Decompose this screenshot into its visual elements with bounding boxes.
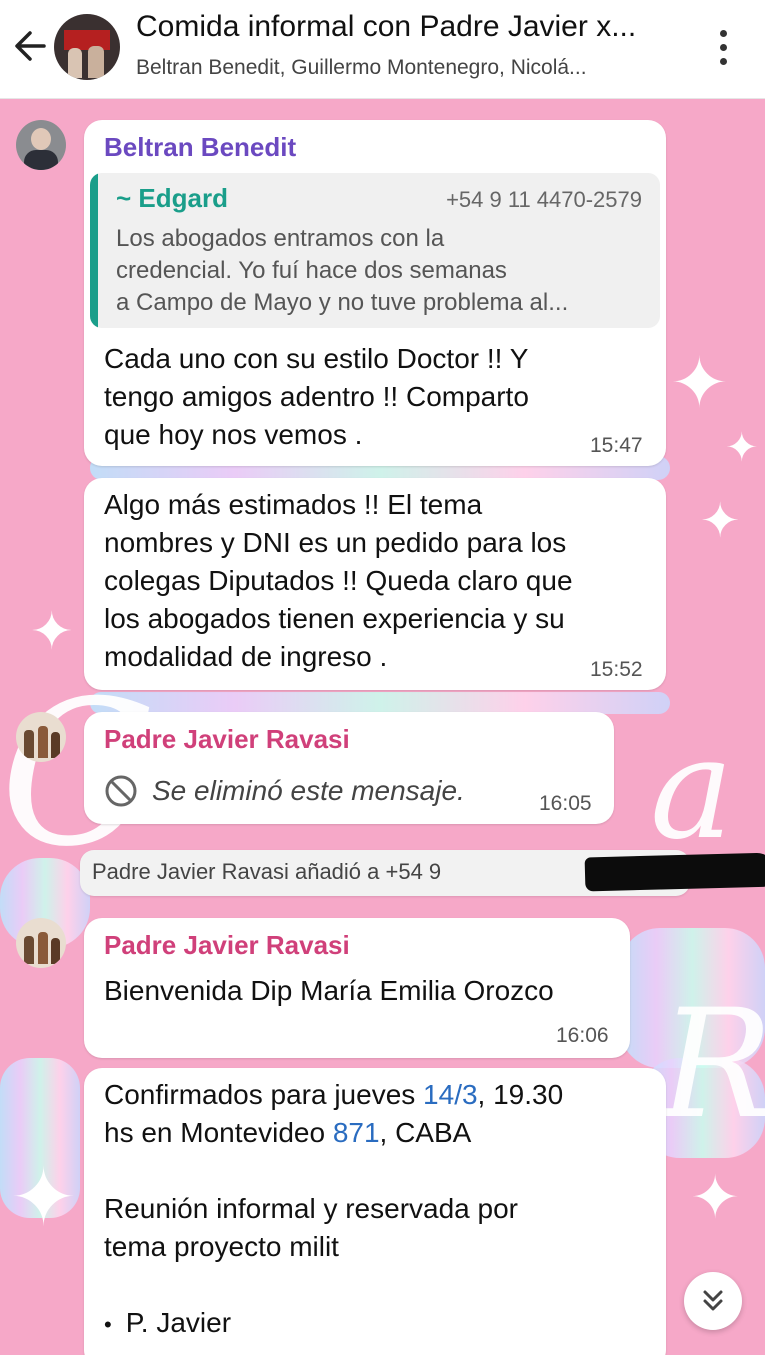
message-time: 16:05 bbox=[539, 792, 592, 815]
wallpaper-sparkle: ✦ bbox=[690, 1164, 741, 1231]
group-avatar[interactable] bbox=[54, 14, 120, 80]
wallpaper-holo-strip bbox=[90, 692, 670, 714]
wallpaper-sparkle: ✦ bbox=[10, 1153, 78, 1242]
wallpaper-sparkle: ✦ bbox=[670, 344, 729, 422]
sender-name[interactable]: Padre Javier Ravasi bbox=[104, 930, 350, 961]
chat-title[interactable]: Comida informal con Padre Javier x... bbox=[136, 10, 696, 44]
message-bubble[interactable]: Padre Javier Ravasi Bienvenida Dip María… bbox=[84, 918, 630, 1058]
scroll-to-bottom-button[interactable] bbox=[684, 1272, 742, 1330]
wallpaper-script-glyph: R bbox=[660, 978, 765, 1152]
block-icon bbox=[105, 775, 137, 807]
message-bubble[interactable]: Algo más estimados !! El tema nombres y … bbox=[84, 478, 666, 690]
wallpaper-script-glyph: a bbox=[650, 708, 734, 871]
message-bubble[interactable]: Padre Javier Ravasi Se eliminó este mens… bbox=[84, 712, 614, 824]
system-notice-text: Padre Javier Ravasi añadió a +54 9 bbox=[92, 859, 442, 884]
wallpaper-holo-strip bbox=[0, 1058, 80, 1218]
chat-area[interactable]: a C R ✦ ✦ ✦ ✦ ✦ ✦ Beltran Benedit ~ Edga… bbox=[0, 98, 765, 1355]
double-chevron-down-icon bbox=[703, 1290, 723, 1311]
message-bubble[interactable]: Beltran Benedit ~ Edgard +54 9 11 4470-2… bbox=[84, 120, 666, 466]
message-time: 16:06 bbox=[556, 1024, 609, 1047]
wallpaper-sparkle: ✦ bbox=[30, 603, 74, 661]
address-number-link[interactable]: 871 bbox=[333, 1117, 380, 1148]
message-text: Bienvenida Dip María Emilia Orozco bbox=[104, 975, 554, 1006]
message-text: Confirmados para jueves 14/3, 19.30 hs e… bbox=[104, 1079, 564, 1338]
quoted-message[interactable]: ~ Edgard +54 9 11 4470-2579 Los abogados… bbox=[90, 173, 660, 328]
sender-name[interactable]: Padre Javier Ravasi bbox=[104, 724, 350, 755]
message-text: Cada uno con su estilo Doctor !! Y tengo… bbox=[104, 343, 529, 450]
avatar[interactable] bbox=[16, 120, 66, 170]
bullet-glyph: • bbox=[104, 1312, 112, 1337]
date-link[interactable]: 14/3 bbox=[423, 1079, 478, 1110]
message-time: 15:47 bbox=[590, 434, 643, 457]
quote-phone: +54 9 11 4470-2579 bbox=[446, 187, 642, 212]
deleted-message-text: Se eliminó este mensaje. bbox=[152, 775, 465, 806]
redaction-mark bbox=[584, 852, 765, 892]
chat-header: Comida informal con Padre Javier x... Be… bbox=[0, 0, 765, 99]
avatar[interactable] bbox=[16, 712, 66, 762]
system-notice: Padre Javier Ravasi añadió a +54 9 bbox=[80, 850, 765, 896]
quote-text: Los abogados entramos con la credencial.… bbox=[116, 225, 569, 316]
sender-name[interactable]: Beltran Benedit bbox=[104, 132, 296, 163]
back-button[interactable] bbox=[10, 22, 54, 70]
arrow-left-icon bbox=[15, 31, 46, 61]
bullet-item: P. Javier bbox=[125, 1307, 232, 1338]
more-vertical-icon[interactable] bbox=[708, 26, 738, 70]
quote-sender: ~ Edgard bbox=[116, 183, 228, 213]
chat-participants[interactable]: Beltran Benedit, Guillermo Montenegro, N… bbox=[136, 56, 696, 80]
wallpaper-holo-strip bbox=[620, 928, 765, 1068]
message-text: Algo más estimados !! El tema nombres y … bbox=[104, 489, 573, 672]
wallpaper-sparkle: ✦ bbox=[700, 495, 741, 548]
avatar[interactable] bbox=[16, 918, 66, 968]
wallpaper-sparkle: ✦ bbox=[725, 426, 759, 470]
quote-accent-bar bbox=[90, 173, 98, 328]
message-time: 15:52 bbox=[590, 658, 643, 681]
message-bubble[interactable]: Confirmados para jueves 14/3, 19.30 hs e… bbox=[84, 1068, 666, 1355]
